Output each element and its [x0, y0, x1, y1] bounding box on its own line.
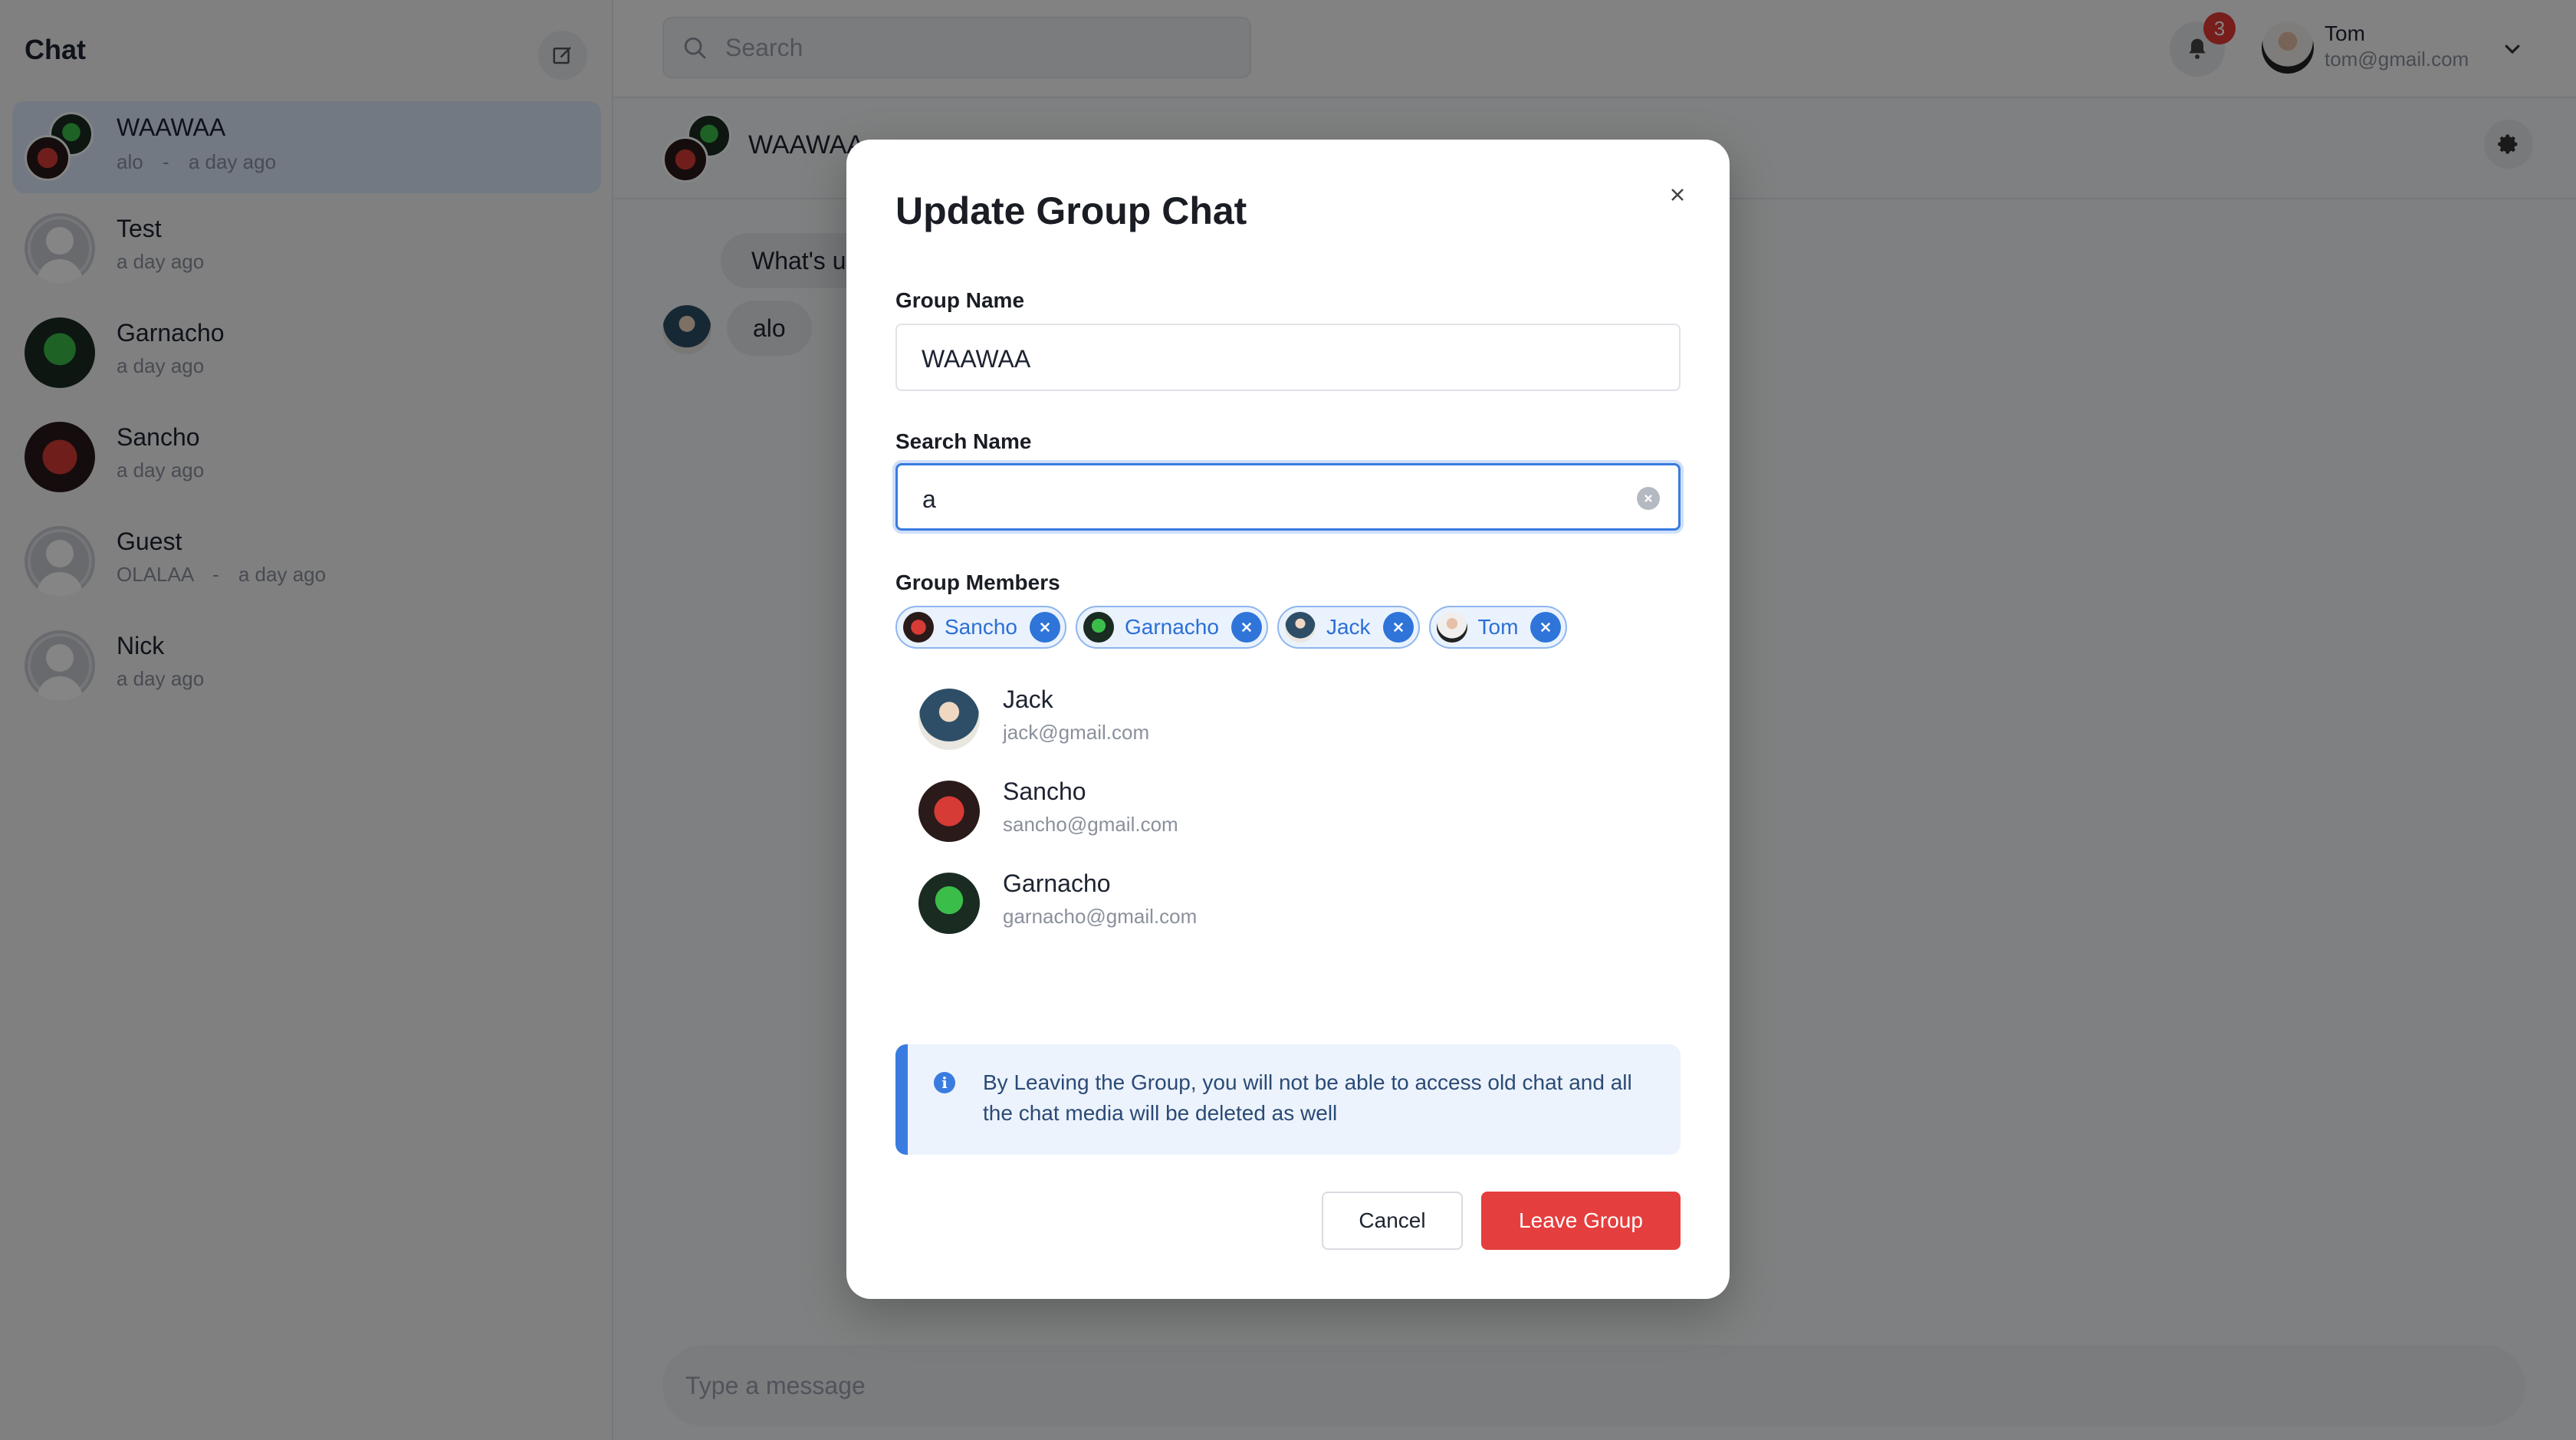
- close-icon: [1040, 622, 1050, 633]
- member-chip-label: Jack: [1326, 615, 1371, 639]
- group-name-field[interactable]: [895, 324, 1681, 391]
- leave-group-alert: i By Leaving the Group, you will not be …: [895, 1044, 1681, 1155]
- app-root: Chat WAAWAA alo - a day ago Test a day a…: [0, 0, 2576, 1440]
- member-chip-garnacho: Garnacho: [1075, 606, 1268, 649]
- clear-search-button[interactable]: [1637, 487, 1660, 510]
- search-name-input[interactable]: [922, 481, 1612, 518]
- group-name-input[interactable]: [922, 340, 1612, 377]
- member-chip-label: Sancho: [945, 615, 1017, 639]
- search-name-field[interactable]: [895, 463, 1681, 531]
- modal-title: Update Group Chat: [895, 189, 1247, 232]
- avatar: [903, 612, 934, 643]
- close-icon: [1541, 622, 1551, 633]
- close-icon: [1644, 495, 1652, 502]
- leave-group-button[interactable]: Leave Group: [1481, 1192, 1681, 1250]
- result-email: jack@gmail.com: [1003, 721, 1150, 744]
- search-results: Jack jack@gmail.com Sancho sancho@gmail.…: [895, 681, 1681, 957]
- remove-member-button[interactable]: [1382, 612, 1414, 643]
- result-name: Jack: [1003, 685, 1053, 713]
- alert-text: By Leaving the Group, you will not be ab…: [983, 1070, 1632, 1125]
- search-result-jack[interactable]: Jack jack@gmail.com: [895, 681, 1681, 773]
- close-icon: [1671, 189, 1684, 201]
- member-chip-tom: Tom: [1428, 606, 1568, 649]
- result-name: Garnacho: [1003, 870, 1111, 897]
- avatar: [918, 781, 980, 842]
- close-icon: [1241, 622, 1252, 633]
- avatar: [918, 689, 980, 750]
- remove-member-button[interactable]: [1029, 612, 1060, 643]
- member-chip-jack: Jack: [1276, 606, 1420, 649]
- remove-member-button[interactable]: [1530, 612, 1562, 643]
- info-icon: i: [934, 1072, 955, 1093]
- avatar: [1083, 612, 1114, 643]
- close-icon: [1393, 622, 1403, 633]
- search-result-sancho[interactable]: Sancho sancho@gmail.com: [895, 773, 1681, 865]
- member-chip-sancho: Sancho: [895, 606, 1066, 649]
- result-email: sancho@gmail.com: [1003, 813, 1178, 836]
- group-members-label: Group Members: [895, 570, 1060, 594]
- close-button[interactable]: [1662, 179, 1693, 210]
- result-name: Sancho: [1003, 778, 1086, 805]
- avatar: [1436, 612, 1467, 643]
- avatar: [1284, 612, 1316, 643]
- group-name-label: Group Name: [895, 288, 1025, 312]
- cancel-button[interactable]: Cancel: [1322, 1192, 1463, 1250]
- member-chips: Sancho Garnacho Jack Tom: [895, 606, 1568, 649]
- update-group-modal: Update Group Chat Group Name Search Name…: [846, 140, 1730, 1299]
- result-email: garnacho@gmail.com: [1003, 905, 1198, 928]
- member-chip-label: Garnacho: [1124, 615, 1219, 639]
- member-chip-label: Tom: [1477, 615, 1519, 639]
- remove-member-button[interactable]: [1230, 612, 1262, 643]
- avatar: [918, 873, 980, 934]
- search-name-label: Search Name: [895, 429, 1032, 453]
- search-result-garnacho[interactable]: Garnacho garnacho@gmail.com: [895, 865, 1681, 957]
